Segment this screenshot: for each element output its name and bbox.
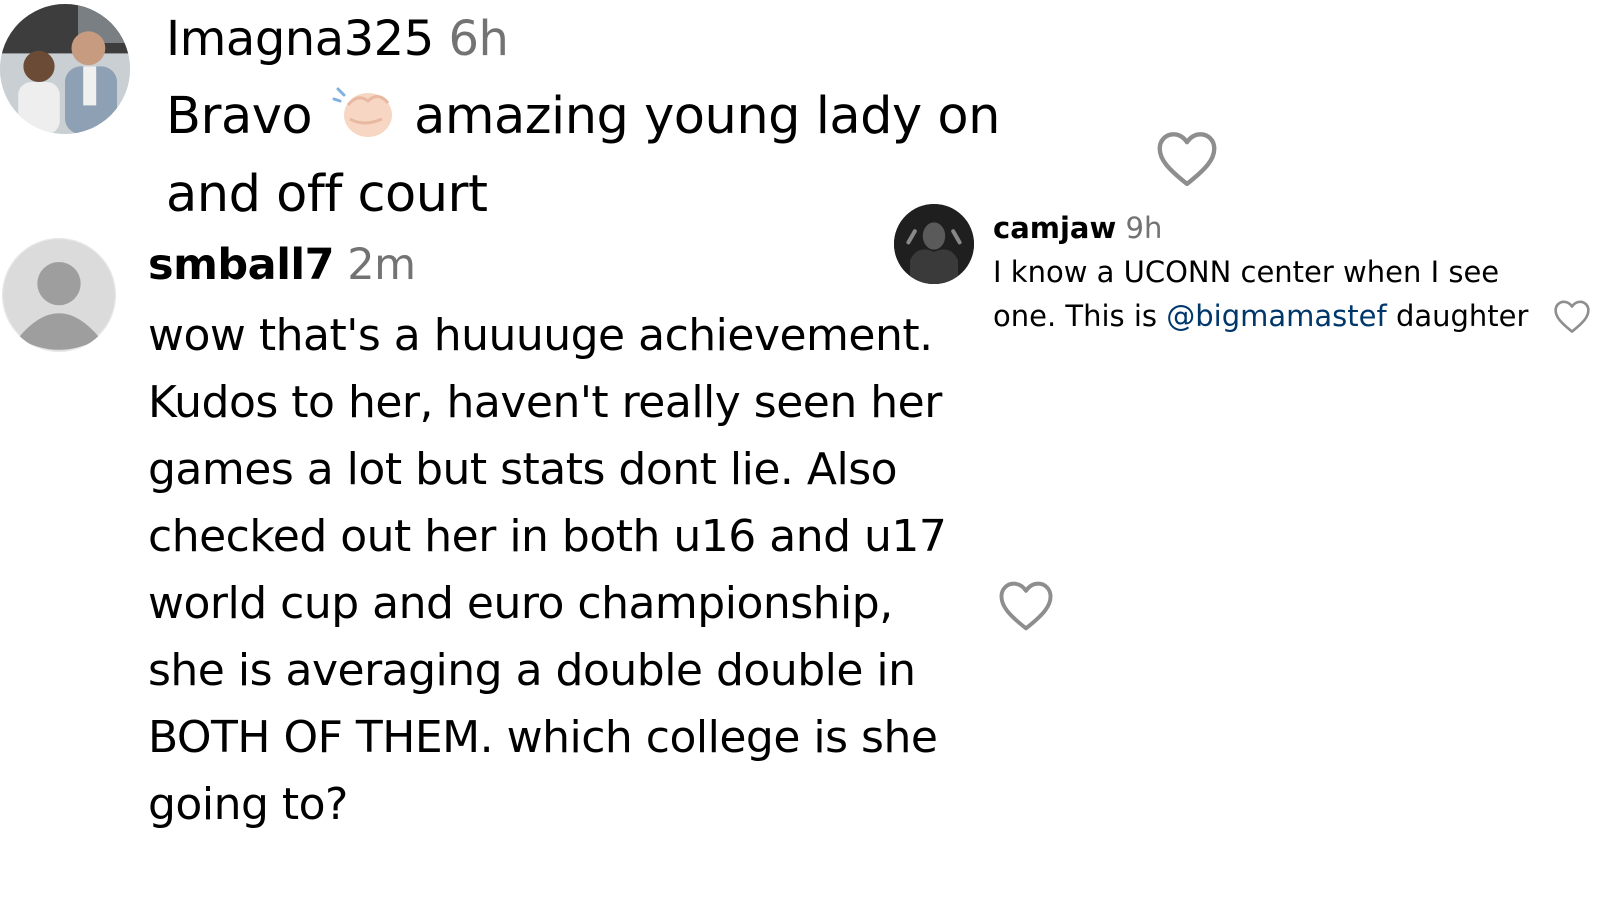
comment-timestamp: 9h [1125, 211, 1163, 245]
default-avatar-icon[interactable] [2, 238, 116, 352]
user-mention-link[interactable]: @bigmamastef [1166, 299, 1386, 333]
username[interactable]: smball7 [148, 240, 335, 290]
username[interactable]: Imagna325 [166, 11, 434, 67]
like-heart-icon[interactable] [996, 578, 1056, 632]
clapping-hands-icon [328, 79, 400, 143]
comment-text-part: daughter [1395, 299, 1529, 333]
avatar-photo [894, 204, 974, 284]
user-avatar[interactable] [894, 204, 974, 284]
comment-header: smball7 2m [148, 236, 416, 294]
comment-header: Imagna325 6h [166, 8, 509, 70]
comment-timestamp: 2m [347, 240, 416, 290]
comment-text: I know a UCONN center when I see one. Th… [993, 250, 1553, 338]
comments-screenshot: Imagna325 6h Bravo amazing young lady on… [0, 0, 1600, 900]
like-heart-icon[interactable] [1154, 128, 1220, 188]
avatar-photo [0, 4, 130, 134]
comment-text-part: Bravo [166, 87, 313, 146]
user-avatar[interactable] [0, 4, 130, 134]
comment-header: camjaw 9h [993, 208, 1162, 248]
comment-timestamp: 6h [448, 11, 509, 67]
username[interactable]: camjaw [993, 211, 1116, 245]
like-heart-icon[interactable] [1552, 298, 1592, 334]
comment-text: wow that's a huuuuge achievement. Kudos … [148, 310, 947, 830]
